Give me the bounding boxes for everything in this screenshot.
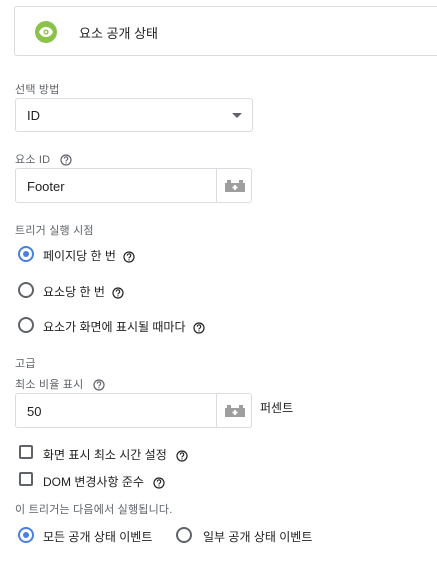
selection-method-label: 선택 방법 [15,84,60,96]
min-percent-label: 최소 비율 표시 [15,376,105,392]
firing-time-label: 트리거 실행 시점 [15,225,94,237]
help-icon[interactable] [93,379,105,391]
min-time-checkbox[interactable] [19,445,33,459]
trigger-type-label: 요소 공개 상태 [79,26,158,41]
fires-on-label: 이 트리거는 다음에서 실행됩니다. [15,504,173,516]
selection-method-value: ID [27,108,40,123]
min-percent-field[interactable]: 50 [15,393,252,428]
help-icon[interactable] [153,477,165,489]
option-once-per-element: 요소당 한 번 [43,283,124,300]
element-id-value: Footer [27,179,65,194]
option-some-visibility-events: 일부 공개 상태 이벤트 [203,530,313,544]
radio-some-visibility-events[interactable] [176,527,192,543]
option-all-visibility-events: 모든 공개 상태 이벤트 [43,530,153,544]
element-id-label: 요소 ID [15,151,72,167]
option-once-per-page: 페이지당 한 번 [43,247,135,264]
min-percent-value: 50 [27,404,42,419]
variable-brick-icon [224,404,245,417]
percent-unit-label: 퍼센트 [260,401,294,415]
element-id-field[interactable]: Footer [15,168,252,203]
option-once-per-element-label: 요소당 한 번 [43,285,105,299]
help-icon[interactable] [59,154,72,166]
element-id-label-text: 요소 ID [15,154,51,166]
variable-brick-icon [224,179,245,192]
min-time-option: 화면 표시 최소 시간 설정 [43,446,188,463]
variable-picker-button[interactable] [216,394,252,427]
radio-all-visibility-events[interactable] [18,527,34,543]
min-time-label: 화면 표시 최소 시간 설정 [43,448,167,462]
option-every-time-visible-label: 요소가 화면에 표시될 때마다 [43,320,186,334]
eye-icon [35,21,57,43]
selection-method-select[interactable]: ID [15,98,253,132]
help-icon[interactable] [193,322,205,334]
radio-once-per-page[interactable] [18,246,34,262]
dom-changes-option: DOM 변경사항 준수 [43,473,165,490]
advanced-heading: 고급 [15,358,36,370]
option-every-time-visible: 요소가 화면에 표시될 때마다 [43,318,205,335]
dom-changes-checkbox[interactable] [19,472,33,486]
help-icon[interactable] [112,287,124,299]
option-once-per-page-label: 페이지당 한 번 [43,249,116,263]
dropdown-arrow-icon [232,113,242,118]
min-percent-label-text: 최소 비율 표시 [15,379,84,391]
help-icon[interactable] [176,450,188,462]
radio-every-time-visible[interactable] [18,317,34,333]
dom-changes-label: DOM 변경사항 준수 [43,475,144,489]
variable-picker-button[interactable] [216,169,252,202]
radio-once-per-element[interactable] [18,282,34,298]
trigger-type-card[interactable] [14,6,437,56]
help-icon[interactable] [123,251,135,263]
